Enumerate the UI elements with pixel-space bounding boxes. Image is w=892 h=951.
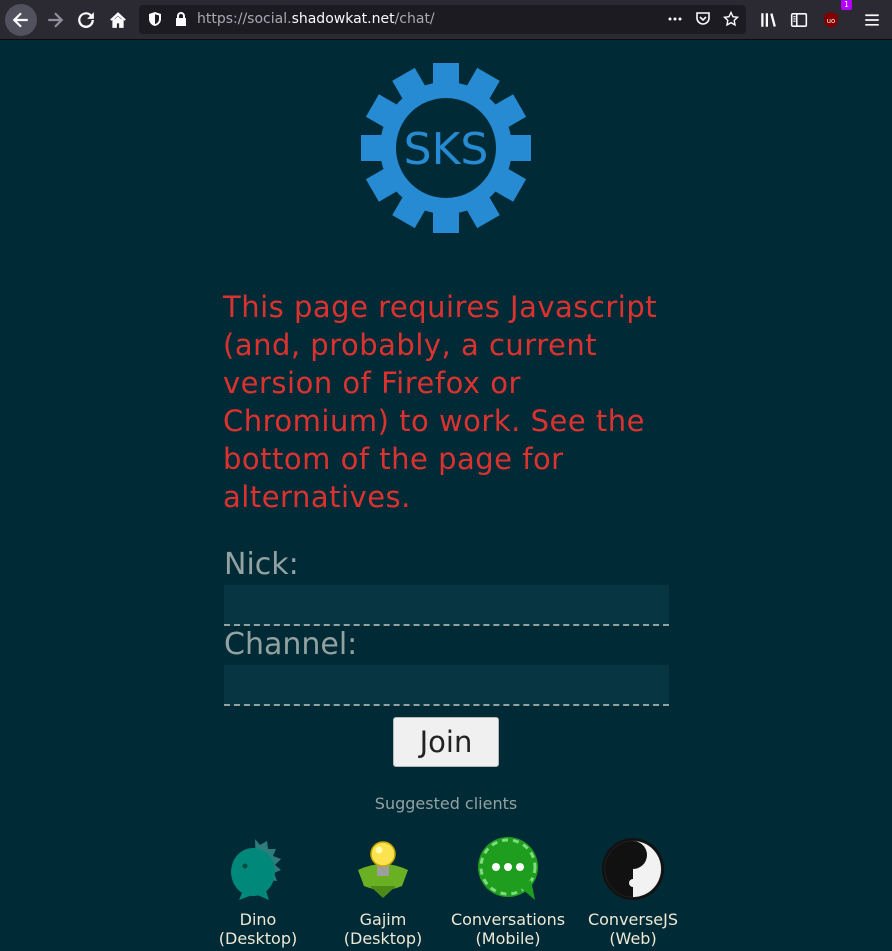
lock-icon[interactable]	[173, 11, 189, 27]
dino-icon	[231, 839, 281, 900]
channel-label: Channel:	[224, 627, 358, 662]
client-type: (Desktop)	[218, 929, 298, 948]
sks-gear-logo: SKS	[361, 63, 531, 233]
pocket-icon[interactable]	[695, 11, 711, 27]
library-icon	[761, 13, 776, 27]
reload-button[interactable]	[71, 5, 101, 35]
client-conversejs[interactable]: ConverseJS (Web)	[568, 836, 698, 948]
client-name: Dino	[239, 910, 277, 929]
suggested-clients-heading: Suggested clients	[374, 794, 518, 813]
forward-button[interactable]	[40, 5, 70, 35]
address-bar[interactable]: https://social.shadowkat.net/chat/	[139, 5, 746, 34]
arrow-right-icon	[48, 12, 64, 28]
client-dino[interactable]: Dino (Desktop)	[193, 836, 323, 948]
client-type: (Web)	[609, 929, 657, 948]
client-conversations[interactable]: Conversations (Mobile)	[443, 836, 573, 948]
reload-icon	[78, 12, 94, 28]
browser-toolbar: https://social.shadowkat.net/chat/ uo 1	[0, 0, 892, 40]
client-name: Conversations	[450, 910, 566, 929]
menu-button[interactable]	[857, 5, 887, 35]
sidebar-icon	[790, 13, 808, 27]
hamburger-menu-icon	[865, 14, 879, 26]
home-button[interactable]	[103, 5, 133, 35]
sidebar-button[interactable]	[784, 5, 814, 35]
client-type: (Desktop)	[343, 929, 423, 948]
ublock-icon: uo	[824, 12, 838, 28]
arrow-left-icon	[12, 12, 28, 28]
logo-text: SKS	[404, 124, 489, 175]
join-button[interactable]: Join	[393, 717, 499, 767]
conversations-icon	[478, 837, 538, 900]
ublock-count-badge: 1	[841, 0, 852, 10]
client-type: (Mobile)	[475, 929, 541, 948]
conversejs-icon	[602, 838, 664, 900]
library-button[interactable]	[753, 5, 783, 35]
home-icon	[110, 12, 126, 28]
url-text: https://social.shadowkat.net/chat/	[197, 11, 435, 27]
client-name: Gajim	[359, 910, 407, 929]
javascript-required-notice: This page requires Javascript (and, prob…	[223, 290, 658, 514]
nick-label: Nick:	[224, 547, 299, 582]
client-name: ConverseJS	[587, 910, 679, 929]
bookmark-star-icon[interactable]	[723, 11, 739, 27]
svg-text:uo: uo	[827, 17, 835, 25]
nick-input[interactable]	[224, 585, 669, 626]
gajim-icon	[358, 841, 408, 898]
back-button[interactable]	[5, 4, 37, 36]
ublock-button[interactable]: uo 1	[816, 0, 852, 35]
shield-icon[interactable]	[147, 11, 163, 27]
channel-input[interactable]	[224, 665, 669, 706]
client-gajim[interactable]: Gajim (Desktop)	[318, 836, 448, 948]
more-actions-icon[interactable]	[667, 11, 683, 27]
